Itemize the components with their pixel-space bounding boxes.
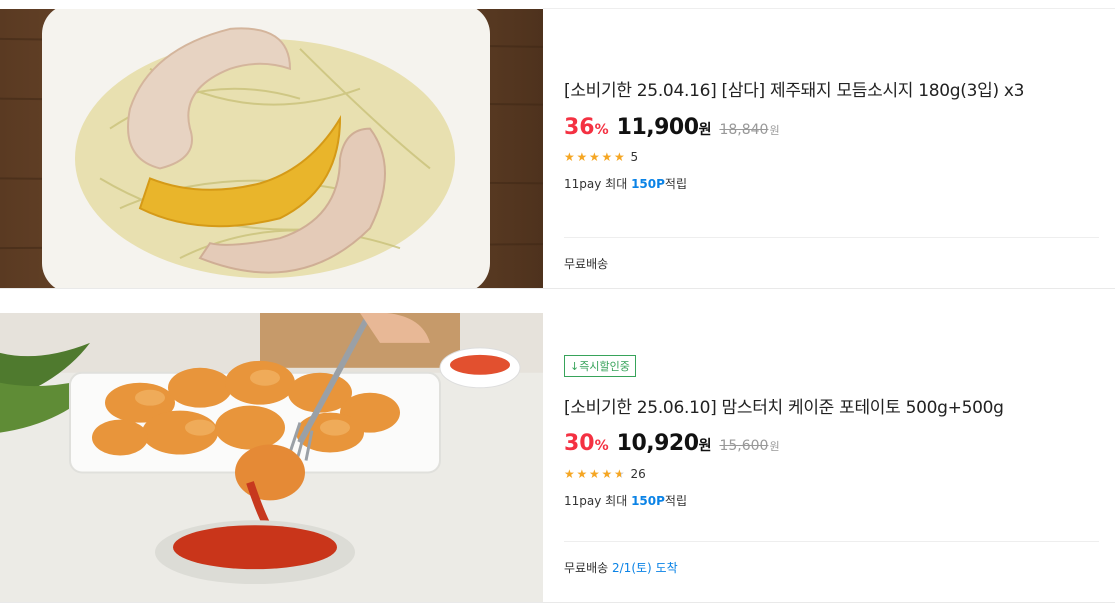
shipping-label: 무료배송 xyxy=(564,257,609,271)
original-price: 18,840 xyxy=(719,122,769,138)
shipping-info: 무료배송 xyxy=(564,255,608,272)
star-rating: ★ ★ ★ ★ ★ xyxy=(564,151,627,163)
star-icon: ★ xyxy=(564,150,575,164)
product-image-sausage[interactable] xyxy=(0,9,543,288)
pay-suffix: 적립 xyxy=(664,177,688,191)
sale-price-unit: 원 xyxy=(698,122,712,138)
original-price: 15,600 xyxy=(719,438,769,454)
half-star-icon: ★ xyxy=(614,467,625,481)
price-row: 36 % 11,900 원 18,840 원 xyxy=(564,115,780,140)
pay-points-value: 150P xyxy=(631,177,665,191)
original-price-unit: 원 xyxy=(769,124,780,137)
star-rating: ★ ★ ★ ★ ★ xyxy=(564,468,627,480)
product-image-chicken[interactable] xyxy=(0,313,543,602)
pay-suffix: 적립 xyxy=(664,494,688,508)
product-card[interactable]: ↓즉시할인중 [소비기한 25.06.10] 맘스터치 케이준 포테이토 500… xyxy=(0,313,1115,603)
pay-points: 11pay 최대 150P적립 xyxy=(564,492,687,509)
review-count: 26 xyxy=(630,467,646,481)
rating: ★ ★ ★ ★ ★ 5 xyxy=(564,150,638,164)
pay-points: 11pay 최대 150P적립 xyxy=(564,175,687,192)
star-icon: ★ xyxy=(601,150,613,164)
product-info: ↓즉시할인중 [소비기한 25.06.10] 맘스터치 케이준 포테이토 500… xyxy=(564,313,1099,602)
shipping-info: 무료배송 2/1(토) 도착 xyxy=(564,559,678,576)
star-icon: ★ xyxy=(589,467,600,481)
star-icon: ★ xyxy=(601,467,613,481)
rating: ★ ★ ★ ★ ★ 26 xyxy=(564,467,646,481)
pay-prefix: 11pay 최대 xyxy=(564,494,628,508)
star-icon: ★ xyxy=(576,150,588,164)
star-icon: ★ xyxy=(589,150,600,164)
original-price-unit: 원 xyxy=(769,440,780,453)
star-icon: ★ xyxy=(614,150,625,164)
divider xyxy=(564,541,1099,542)
product-card[interactable]: [소비기한 25.04.16] [삼다] 제주돼지 모듬소시지 180g(3입)… xyxy=(0,9,1115,289)
star-icon: ★ xyxy=(576,467,588,481)
shipping-label: 무료배송 xyxy=(564,561,609,575)
pay-prefix: 11pay 최대 xyxy=(564,177,628,191)
discount-rate-unit: % xyxy=(594,438,609,454)
review-count: 5 xyxy=(630,150,639,164)
discount-rate: 30 xyxy=(564,431,595,456)
sale-price: 11,900 xyxy=(616,115,699,140)
sale-price: 10,920 xyxy=(616,431,699,456)
product-info: [소비기한 25.04.16] [삼다] 제주돼지 모듬소시지 180g(3입)… xyxy=(564,9,1099,288)
star-icon: ★ xyxy=(564,467,575,481)
delivery-date: 2/1(토) 도착 xyxy=(612,561,678,575)
instant-discount-badge: ↓즉시할인중 xyxy=(564,355,636,377)
pay-points-value: 150P xyxy=(631,494,665,508)
price-row: 30 % 10,920 원 15,600 원 xyxy=(564,431,780,456)
product-title[interactable]: [소비기한 25.04.16] [삼다] 제주돼지 모듬소시지 180g(3입)… xyxy=(564,76,1025,101)
discount-rate-unit: % xyxy=(594,122,609,138)
discount-rate: 36 xyxy=(564,115,595,140)
product-title[interactable]: [소비기한 25.06.10] 맘스터치 케이준 포테이토 500g+500g xyxy=(564,393,1004,418)
divider xyxy=(564,237,1099,238)
sale-price-unit: 원 xyxy=(698,438,712,454)
